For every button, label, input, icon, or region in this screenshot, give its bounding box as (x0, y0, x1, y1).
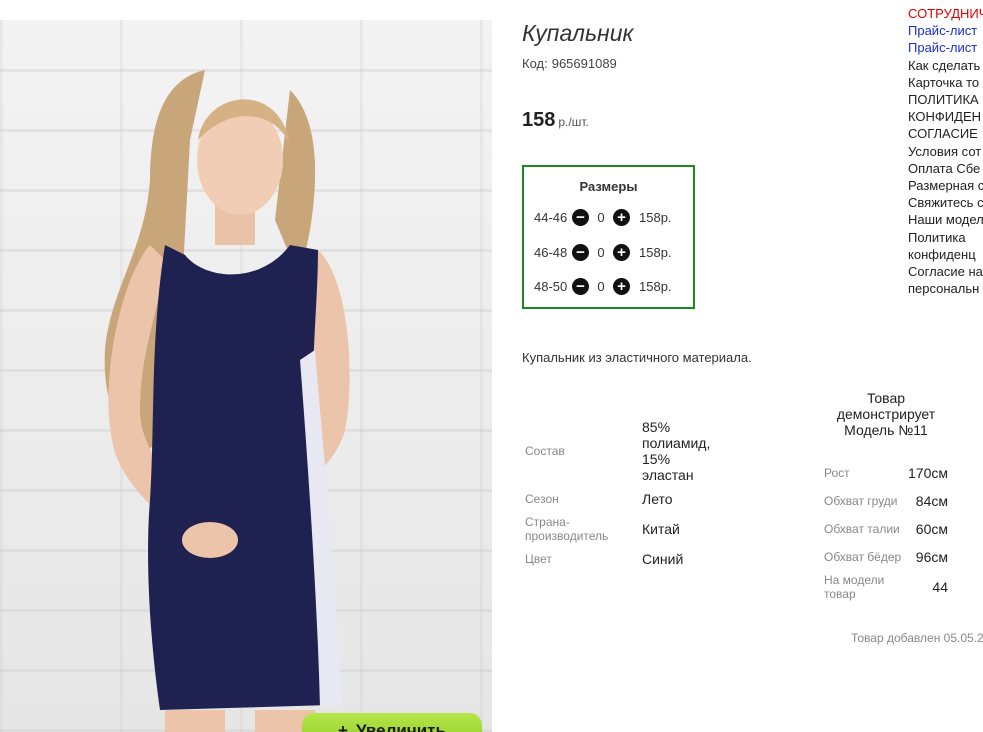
menu-item[interactable]: Прайс-лист (908, 39, 983, 56)
attr-value: 85% полиамид, 15% эластан (642, 419, 711, 483)
attr-label: Страна-производитель (525, 515, 609, 543)
size-quantity[interactable]: 0 (589, 279, 613, 294)
model-value: 170см (908, 465, 948, 481)
size-label: 46-48 (534, 244, 568, 260)
attr-label: Цвет (525, 552, 552, 566)
model-figure (104, 70, 350, 732)
plus-icon: + (338, 721, 348, 732)
increase-icon[interactable]: + (613, 208, 630, 226)
code-value: 965691089 (551, 56, 617, 71)
attr-value: Синий (642, 551, 684, 567)
added-date: Товар добавлен 05.05.2 (851, 631, 983, 645)
attr-label: Сезон (525, 492, 559, 506)
model-value: 84см (915, 493, 948, 509)
size-price: 158р. (639, 278, 672, 294)
menu-item[interactable]: Политика (908, 229, 983, 246)
model-label: Рост (824, 466, 850, 480)
size-label: 44-46 (534, 209, 568, 225)
model-value: 44 (932, 579, 948, 595)
price-unit: р./шт. (558, 115, 589, 129)
menu-item[interactable]: ПОЛИТИКА (908, 91, 983, 108)
size-quantity[interactable]: 0 (589, 210, 613, 225)
menu-item[interactable]: Прайс-лист (908, 22, 983, 39)
zoom-button[interactable]: + Увеличить (302, 713, 482, 732)
menu-item[interactable]: Как сделать (908, 57, 983, 74)
menu-item[interactable]: КОНФИДЕН (908, 108, 983, 125)
size-price: 158р. (639, 209, 672, 225)
size-quantity[interactable]: 0 (589, 245, 613, 260)
sizes-box: Размеры 44-46 − 0 + 158р. 46-48 − 0 + 15… (522, 165, 695, 309)
size-row: 48-50 − 0 + 158р. (534, 276, 672, 296)
menu-item[interactable]: Оплата Сбе (908, 160, 983, 177)
model-value: 96см (915, 549, 948, 565)
menu-item[interactable]: Условия сот (908, 143, 983, 160)
product-description: Купальник из эластичного материала. (522, 350, 752, 365)
decrease-icon[interactable]: − (572, 277, 589, 295)
attr-label: Состав (525, 444, 565, 458)
size-row: 46-48 − 0 + 158р. (534, 242, 672, 262)
price-value: 158 (522, 109, 556, 131)
code-label: Код: (522, 56, 548, 71)
product-photo[interactable]: + Увеличить (0, 20, 492, 732)
menu-item[interactable]: персональн (908, 280, 983, 297)
size-row: 44-46 − 0 + 158р. (534, 207, 672, 227)
model-heading: Товар демонстрирует Модель №11 (836, 390, 936, 438)
model-label: Обхват бёдер (824, 550, 902, 564)
sizes-title: Размеры (579, 179, 638, 194)
menu-item[interactable]: Размерная с (908, 177, 983, 194)
right-menu: СОТРУДНИЧ Прайс-лист Прайс-лист Как сдел… (908, 5, 983, 297)
menu-item[interactable]: конфиденц (908, 246, 983, 263)
attr-value: Лето (642, 491, 673, 507)
decrease-icon[interactable]: − (572, 243, 589, 261)
menu-item[interactable]: Карточка то (908, 74, 983, 91)
menu-item[interactable]: СОГЛАСИЕ (908, 125, 983, 142)
size-label: 48-50 (534, 278, 568, 294)
product-price: 158 р./шт. (522, 109, 589, 132)
model-label: На модели товар (824, 573, 885, 601)
menu-item[interactable]: Наши модел (908, 211, 983, 228)
attr-value: Китай (642, 521, 680, 537)
menu-item[interactable]: Согласие на (908, 263, 983, 280)
menu-item[interactable]: СОТРУДНИЧ (908, 5, 983, 22)
model-label: Обхват груди (824, 494, 898, 508)
product-title: Купальник (522, 20, 634, 46)
menu-item[interactable]: Свяжитесь с (908, 194, 983, 211)
model-label: Обхват талии (824, 522, 900, 536)
model-value: 60см (915, 521, 948, 537)
increase-icon[interactable]: + (613, 243, 630, 261)
increase-icon[interactable]: + (613, 277, 630, 295)
size-price: 158р. (639, 244, 672, 260)
product-code: Код: 965691089 (522, 56, 617, 71)
decrease-icon[interactable]: − (572, 208, 589, 226)
